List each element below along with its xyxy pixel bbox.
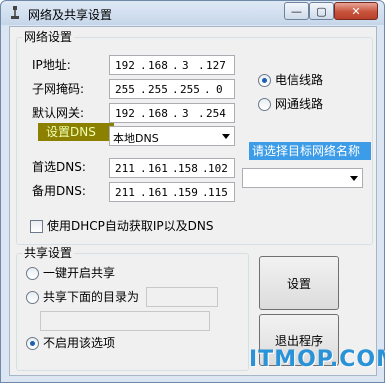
title-bar[interactable]: 网络及共享设置 — ▢ ✕ — [1, 1, 384, 25]
share-path-input[interactable] — [40, 311, 210, 331]
chevron-down-icon — [222, 134, 230, 139]
gateway-label: 默认网关: — [32, 106, 85, 120]
telecom-line-label: 电信线路 — [275, 73, 324, 87]
client-area: 网络设置 IP地址: 192 . 168 . 3 . 127 子网掩码: 255… — [9, 26, 377, 376]
maximize-icon: ▢ — [316, 4, 327, 18]
maximize-button[interactable]: ▢ — [309, 2, 334, 20]
ip-address-label: IP地址: — [32, 58, 71, 72]
gateway-field[interactable]: 192 . 168 . 3 . 254 — [109, 103, 235, 123]
dhcp-checkbox[interactable] — [30, 220, 43, 233]
ip-address-field[interactable]: 192 . 168 . 3 . 127 — [109, 55, 235, 75]
close-button[interactable]: ✕ — [334, 2, 378, 20]
enable-share-radio[interactable] — [26, 267, 39, 280]
close-icon: ✕ — [351, 4, 361, 18]
disable-share-label: 不启用该选项 — [43, 336, 116, 350]
app-window: 网络及共享设置 — ▢ ✕ 网络设置 IP地址: 192 . 168 . 3 .… — [0, 0, 385, 383]
disable-share-radio[interactable] — [26, 337, 39, 350]
primary-dns-field[interactable]: 211 . 161 . 158 . 102 — [109, 158, 235, 178]
window-title: 网络及共享设置 — [28, 8, 113, 22]
share-name-input[interactable] — [146, 287, 218, 307]
netcom-line-radio[interactable] — [258, 98, 271, 111]
secondary-dns-label: 备用DNS: — [32, 184, 86, 198]
subnet-mask-label: 子网掩码: — [32, 82, 85, 96]
chevron-down-icon — [350, 176, 358, 181]
app-icon — [11, 6, 19, 19]
enable-share-label: 一键开启共享 — [43, 266, 116, 280]
dns-source-select[interactable]: 本地DNS — [109, 126, 235, 146]
network-settings-title: 网络设置 — [22, 30, 75, 44]
settings-button[interactable]: 设置 — [259, 256, 339, 310]
minimize-icon: — — [291, 4, 302, 18]
share-directory-label: 共享下面的目录为 — [43, 290, 140, 304]
share-directory-radio[interactable] — [26, 291, 39, 304]
subnet-mask-field[interactable]: 255 . 255 . 255 . 0 — [109, 79, 235, 99]
share-settings-title: 共享设置 — [22, 246, 75, 260]
network-name-select[interactable] — [242, 168, 363, 188]
primary-dns-label: 首选DNS: — [32, 160, 86, 174]
dns-setting-label: 设置DNS — [38, 123, 114, 141]
dhcp-checkbox-label: 使用DHCP自动获取IP以及DNS — [47, 219, 214, 233]
network-name-hint: 请选择目标网络名称 — [249, 142, 371, 160]
telecom-line-radio[interactable] — [258, 74, 271, 87]
minimize-button[interactable]: — — [284, 2, 309, 20]
watermark-logo: ITMOP.COM — [249, 347, 385, 372]
secondary-dns-field[interactable]: 211 . 161 . 159 . 115 — [109, 182, 235, 202]
netcom-line-label: 网通线路 — [275, 97, 324, 111]
